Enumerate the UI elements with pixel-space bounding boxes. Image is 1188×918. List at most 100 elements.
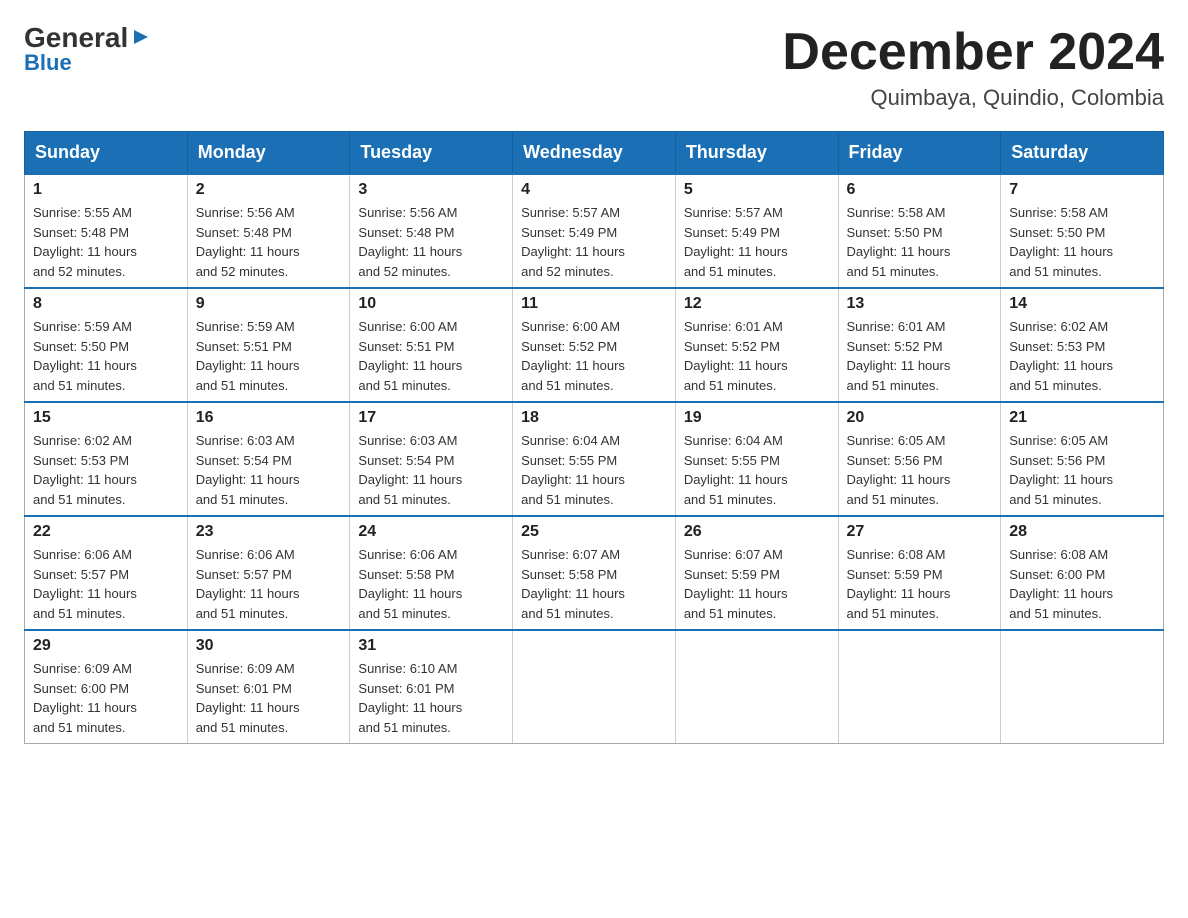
logo-triangle-icon xyxy=(130,26,152,48)
day-info: Sunrise: 5:59 AM Sunset: 5:51 PM Dayligh… xyxy=(196,317,342,395)
day-number: 27 xyxy=(847,523,993,541)
calendar-cell: 16 Sunrise: 6:03 AM Sunset: 5:54 PM Dayl… xyxy=(187,402,350,516)
calendar-cell: 29 Sunrise: 6:09 AM Sunset: 6:00 PM Dayl… xyxy=(25,630,188,744)
day-info: Sunrise: 6:02 AM Sunset: 5:53 PM Dayligh… xyxy=(1009,317,1155,395)
day-number: 9 xyxy=(196,295,342,313)
calendar-week-2: 8 Sunrise: 5:59 AM Sunset: 5:50 PM Dayli… xyxy=(25,288,1164,402)
calendar-cell: 4 Sunrise: 5:57 AM Sunset: 5:49 PM Dayli… xyxy=(513,174,676,288)
day-info: Sunrise: 6:07 AM Sunset: 5:58 PM Dayligh… xyxy=(521,545,667,623)
calendar-cell: 14 Sunrise: 6:02 AM Sunset: 5:53 PM Dayl… xyxy=(1001,288,1164,402)
month-title: December 2024 xyxy=(782,24,1164,81)
day-info: Sunrise: 6:06 AM Sunset: 5:58 PM Dayligh… xyxy=(358,545,504,623)
calendar-cell: 30 Sunrise: 6:09 AM Sunset: 6:01 PM Dayl… xyxy=(187,630,350,744)
calendar-cell: 27 Sunrise: 6:08 AM Sunset: 5:59 PM Dayl… xyxy=(838,516,1001,630)
calendar-cell: 5 Sunrise: 5:57 AM Sunset: 5:49 PM Dayli… xyxy=(675,174,838,288)
day-info: Sunrise: 6:08 AM Sunset: 6:00 PM Dayligh… xyxy=(1009,545,1155,623)
day-number: 18 xyxy=(521,409,667,427)
calendar-cell: 11 Sunrise: 6:00 AM Sunset: 5:52 PM Dayl… xyxy=(513,288,676,402)
header-saturday: Saturday xyxy=(1001,132,1164,175)
day-info: Sunrise: 6:07 AM Sunset: 5:59 PM Dayligh… xyxy=(684,545,830,623)
day-info: Sunrise: 6:05 AM Sunset: 5:56 PM Dayligh… xyxy=(1009,431,1155,509)
day-info: Sunrise: 5:58 AM Sunset: 5:50 PM Dayligh… xyxy=(847,203,993,281)
day-info: Sunrise: 6:03 AM Sunset: 5:54 PM Dayligh… xyxy=(196,431,342,509)
day-info: Sunrise: 6:03 AM Sunset: 5:54 PM Dayligh… xyxy=(358,431,504,509)
day-info: Sunrise: 5:59 AM Sunset: 5:50 PM Dayligh… xyxy=(33,317,179,395)
calendar-week-5: 29 Sunrise: 6:09 AM Sunset: 6:00 PM Dayl… xyxy=(25,630,1164,744)
day-number: 19 xyxy=(684,409,830,427)
calendar-cell: 9 Sunrise: 5:59 AM Sunset: 5:51 PM Dayli… xyxy=(187,288,350,402)
calendar-cell: 8 Sunrise: 5:59 AM Sunset: 5:50 PM Dayli… xyxy=(25,288,188,402)
header-row: Sunday Monday Tuesday Wednesday Thursday… xyxy=(25,132,1164,175)
day-number: 7 xyxy=(1009,181,1155,199)
day-info: Sunrise: 6:00 AM Sunset: 5:52 PM Dayligh… xyxy=(521,317,667,395)
page-header: General Blue December 2024 Quimbaya, Qui… xyxy=(24,24,1164,111)
day-info: Sunrise: 6:08 AM Sunset: 5:59 PM Dayligh… xyxy=(847,545,993,623)
day-number: 26 xyxy=(684,523,830,541)
day-number: 12 xyxy=(684,295,830,313)
day-info: Sunrise: 6:09 AM Sunset: 6:00 PM Dayligh… xyxy=(33,659,179,737)
location: Quimbaya, Quindio, Colombia xyxy=(782,85,1164,111)
day-info: Sunrise: 6:02 AM Sunset: 5:53 PM Dayligh… xyxy=(33,431,179,509)
calendar-body: 1 Sunrise: 5:55 AM Sunset: 5:48 PM Dayli… xyxy=(25,174,1164,744)
calendar-cell: 3 Sunrise: 5:56 AM Sunset: 5:48 PM Dayli… xyxy=(350,174,513,288)
day-number: 16 xyxy=(196,409,342,427)
day-info: Sunrise: 6:00 AM Sunset: 5:51 PM Dayligh… xyxy=(358,317,504,395)
day-number: 30 xyxy=(196,637,342,655)
calendar-cell: 7 Sunrise: 5:58 AM Sunset: 5:50 PM Dayli… xyxy=(1001,174,1164,288)
day-info: Sunrise: 5:56 AM Sunset: 5:48 PM Dayligh… xyxy=(196,203,342,281)
day-info: Sunrise: 5:58 AM Sunset: 5:50 PM Dayligh… xyxy=(1009,203,1155,281)
calendar-cell: 20 Sunrise: 6:05 AM Sunset: 5:56 PM Dayl… xyxy=(838,402,1001,516)
day-number: 11 xyxy=(521,295,667,313)
calendar-week-3: 15 Sunrise: 6:02 AM Sunset: 5:53 PM Dayl… xyxy=(25,402,1164,516)
day-info: Sunrise: 6:01 AM Sunset: 5:52 PM Dayligh… xyxy=(847,317,993,395)
logo: General Blue xyxy=(24,24,152,76)
day-number: 31 xyxy=(358,637,504,655)
day-number: 22 xyxy=(33,523,179,541)
day-number: 29 xyxy=(33,637,179,655)
day-info: Sunrise: 5:57 AM Sunset: 5:49 PM Dayligh… xyxy=(684,203,830,281)
day-number: 20 xyxy=(847,409,993,427)
day-info: Sunrise: 6:06 AM Sunset: 5:57 PM Dayligh… xyxy=(33,545,179,623)
day-number: 10 xyxy=(358,295,504,313)
day-number: 24 xyxy=(358,523,504,541)
calendar-cell: 21 Sunrise: 6:05 AM Sunset: 5:56 PM Dayl… xyxy=(1001,402,1164,516)
header-tuesday: Tuesday xyxy=(350,132,513,175)
calendar-cell: 15 Sunrise: 6:02 AM Sunset: 5:53 PM Dayl… xyxy=(25,402,188,516)
calendar-cell: 23 Sunrise: 6:06 AM Sunset: 5:57 PM Dayl… xyxy=(187,516,350,630)
day-number: 14 xyxy=(1009,295,1155,313)
day-info: Sunrise: 5:56 AM Sunset: 5:48 PM Dayligh… xyxy=(358,203,504,281)
day-info: Sunrise: 6:06 AM Sunset: 5:57 PM Dayligh… xyxy=(196,545,342,623)
day-number: 4 xyxy=(521,181,667,199)
day-number: 25 xyxy=(521,523,667,541)
day-info: Sunrise: 6:05 AM Sunset: 5:56 PM Dayligh… xyxy=(847,431,993,509)
calendar-cell: 1 Sunrise: 5:55 AM Sunset: 5:48 PM Dayli… xyxy=(25,174,188,288)
header-thursday: Thursday xyxy=(675,132,838,175)
day-info: Sunrise: 6:04 AM Sunset: 5:55 PM Dayligh… xyxy=(684,431,830,509)
day-number: 6 xyxy=(847,181,993,199)
header-monday: Monday xyxy=(187,132,350,175)
calendar-cell: 26 Sunrise: 6:07 AM Sunset: 5:59 PM Dayl… xyxy=(675,516,838,630)
logo-blue-text: Blue xyxy=(24,50,72,76)
calendar-cell: 13 Sunrise: 6:01 AM Sunset: 5:52 PM Dayl… xyxy=(838,288,1001,402)
day-number: 8 xyxy=(33,295,179,313)
calendar-week-4: 22 Sunrise: 6:06 AM Sunset: 5:57 PM Dayl… xyxy=(25,516,1164,630)
day-number: 2 xyxy=(196,181,342,199)
calendar-cell xyxy=(675,630,838,744)
day-number: 21 xyxy=(1009,409,1155,427)
calendar-cell: 18 Sunrise: 6:04 AM Sunset: 5:55 PM Dayl… xyxy=(513,402,676,516)
calendar-cell xyxy=(838,630,1001,744)
day-number: 23 xyxy=(196,523,342,541)
calendar-cell xyxy=(513,630,676,744)
day-number: 15 xyxy=(33,409,179,427)
calendar-header: Sunday Monday Tuesday Wednesday Thursday… xyxy=(25,132,1164,175)
calendar-cell: 2 Sunrise: 5:56 AM Sunset: 5:48 PM Dayli… xyxy=(187,174,350,288)
day-number: 17 xyxy=(358,409,504,427)
calendar-cell: 28 Sunrise: 6:08 AM Sunset: 6:00 PM Dayl… xyxy=(1001,516,1164,630)
day-info: Sunrise: 5:57 AM Sunset: 5:49 PM Dayligh… xyxy=(521,203,667,281)
header-friday: Friday xyxy=(838,132,1001,175)
calendar-cell: 10 Sunrise: 6:00 AM Sunset: 5:51 PM Dayl… xyxy=(350,288,513,402)
day-number: 1 xyxy=(33,181,179,199)
day-number: 28 xyxy=(1009,523,1155,541)
day-info: Sunrise: 6:04 AM Sunset: 5:55 PM Dayligh… xyxy=(521,431,667,509)
title-block: December 2024 Quimbaya, Quindio, Colombi… xyxy=(782,24,1164,111)
